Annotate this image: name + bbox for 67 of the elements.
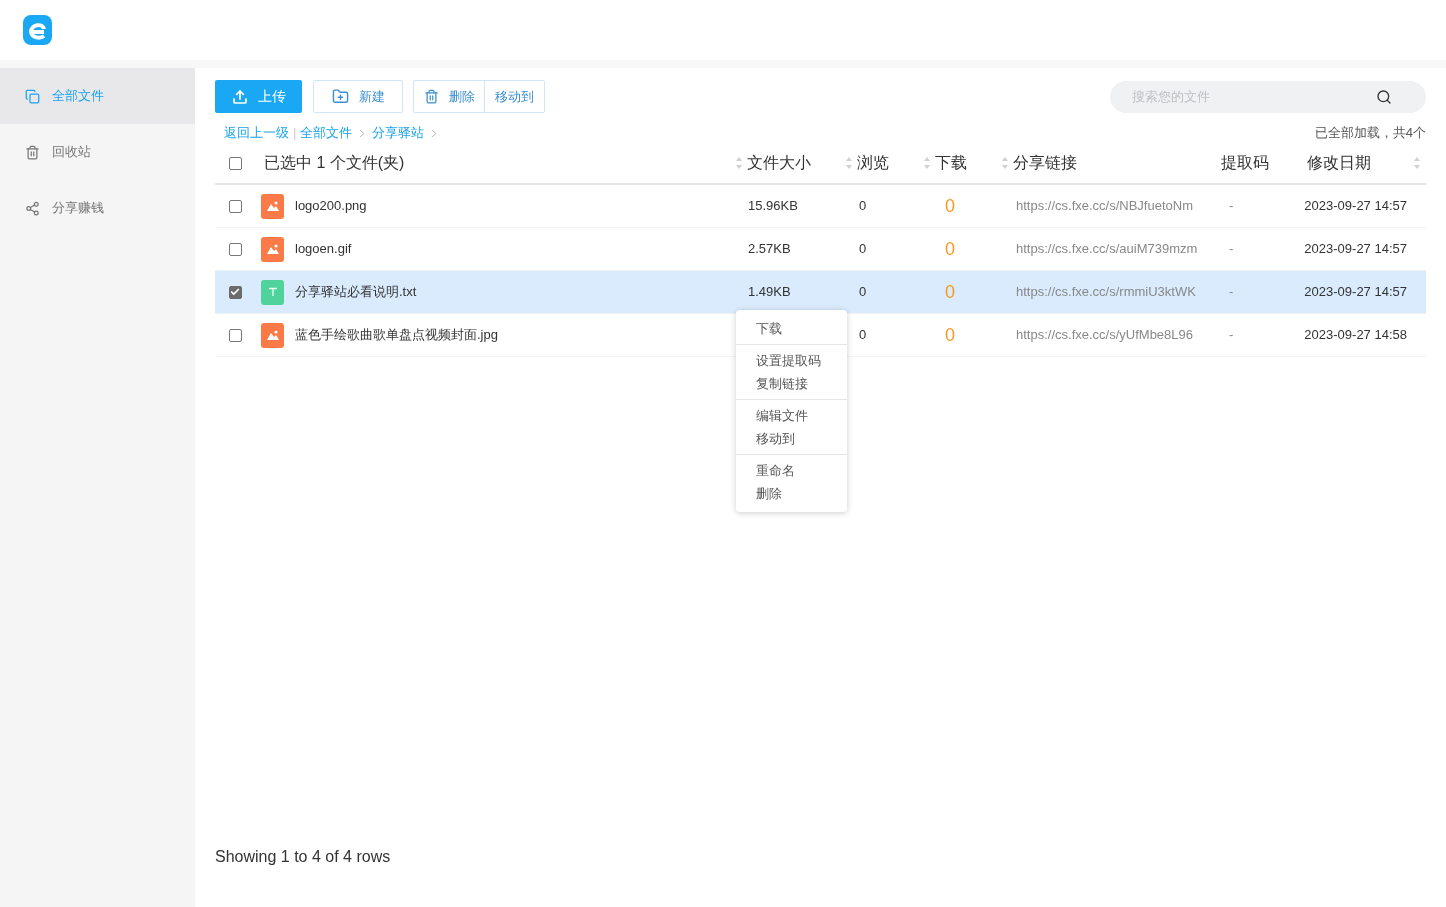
file-name[interactable]: 蓝色手绘歌曲歌单盘点视频封面.jpg [295,325,498,345]
pagination-info: Showing 1 to 4 of 4 rows [215,848,391,865]
file-name[interactable]: logo200.png [295,196,367,216]
menu-item[interactable]: 移动到 [736,427,847,450]
column-header[interactable]: 下载 [935,151,967,175]
menu-item[interactable]: 重命名 [736,459,847,482]
image-file-icon [261,236,284,262]
modified-date: 2023-09-27 14:58 [1304,326,1407,345]
checkbox[interactable] [229,156,242,170]
download-count: 0 [945,238,955,259]
share-link[interactable]: https://cs.fxe.cc/s/yUfMbe8L96 [1016,327,1194,343]
delete-button[interactable]: 删除 [414,81,485,112]
column-header[interactable]: 分享链接 [1013,151,1077,175]
download-count: 0 [945,281,955,302]
view-count: 0 [859,284,867,300]
file-name[interactable]: 分享驿站必看说明.txt [295,282,417,302]
column-header[interactable]: 文件大小 [747,151,811,175]
image-file-icon [261,193,284,219]
column-header[interactable]: 浏览 [857,151,889,175]
chevron-icon [359,128,366,138]
modified-date: 2023-09-27 14:57 [1304,283,1407,302]
checkbox[interactable] [228,242,242,256]
column-header[interactable]: 修改日期 [1307,151,1371,175]
image-file-icon [261,322,284,348]
extraction-code: - [1229,327,1234,343]
breadcrumb-separator: | [293,124,297,143]
menu-item[interactable]: 编辑文件 [736,404,847,427]
modified-date: 2023-09-27 14:57 [1304,240,1407,259]
sidebar-item[interactable]: 回收站 [0,124,195,180]
extraction-code: - [1229,241,1234,257]
new-folder-button[interactable]: 新建 [313,80,403,113]
table-row[interactable]: 分享驿站必看说明.txt 1.49KB 0 0 https://cs.fxe.cc/s/rmmiU3ktWK - 2023-09-27 14:57 [215,271,1426,314]
file-size: 1.49KB [748,284,791,300]
folder-plus-icon [331,88,349,105]
menu-item[interactable]: 复制链接 [736,372,847,395]
extraction-code: - [1229,284,1234,300]
file-size: 15.96KB [748,198,798,214]
menu-item[interactable]: 删除 [736,482,847,505]
file-size: 2.57KB [748,241,791,257]
sidebar-item[interactable]: 分享赚钱 [0,180,195,236]
files-icon [25,88,40,104]
share-link[interactable]: https://cs.fxe.cc/s/auiM739mzm [1016,241,1198,257]
download-count: 0 [945,324,955,345]
view-count: 0 [859,198,867,214]
share-link[interactable]: https://cs.fxe.cc/s/NBJfuetoNm [1016,198,1193,214]
checkbox[interactable] [228,285,242,299]
move-button[interactable]: 移动到 [485,81,544,112]
file-name[interactable]: logoen.gif [295,239,352,259]
menu-item[interactable]: 下载 [736,317,847,340]
checkbox[interactable] [228,199,242,213]
view-count: 0 [859,327,867,343]
trash-icon [423,89,439,104]
share-icon [25,200,40,216]
view-count: 0 [859,241,867,257]
upload-icon [231,88,248,105]
column-header[interactable]: 提取码 [1221,151,1269,175]
download-count: 0 [945,195,955,216]
modified-date: 2023-09-27 14:57 [1304,197,1407,216]
trash-icon [25,144,40,160]
column-header[interactable]: 已选中 1 个文件(夹) [264,151,405,175]
load-status: 已全部加载，共4个 [1314,124,1426,143]
extraction-code: - [1229,198,1234,214]
text-file-icon [261,279,284,305]
logo-icon[interactable] [23,15,52,45]
chevron-icon [431,128,438,138]
search-icon[interactable] [1376,88,1392,105]
checkbox[interactable] [228,328,242,342]
